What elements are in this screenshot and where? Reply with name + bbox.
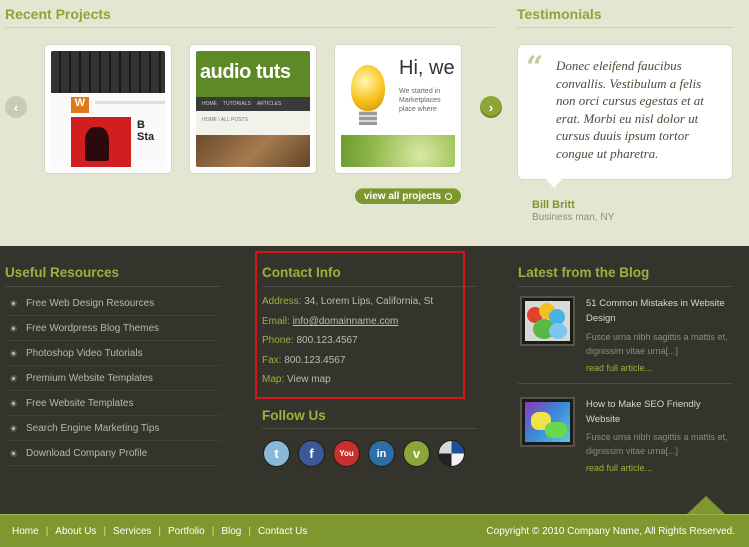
read-more-link[interactable]: read full article... — [586, 363, 652, 373]
resource-link[interactable]: Premium Website Templates — [10, 366, 220, 391]
project-thumb-2[interactable]: audio tuts HOME TUTORIALS ARTICLES HOME … — [189, 44, 317, 174]
logo-mark-graphic: W — [71, 97, 89, 113]
resource-link[interactable]: Free Web Design Resources — [10, 291, 220, 316]
resource-link[interactable]: Download Company Profile — [10, 441, 220, 466]
keyboard-graphic — [51, 51, 165, 93]
project-thumb-2-image: audio tuts HOME TUTORIALS ARTICLES HOME … — [196, 51, 310, 167]
follow-us-title: Follow Us — [262, 408, 326, 423]
view-all-projects-button[interactable]: view all projects — [355, 188, 461, 204]
divider — [5, 27, 495, 28]
useful-resources-title: Useful Resources — [5, 265, 120, 280]
divider — [518, 383, 733, 384]
bottom-bar: Home | About Us | Services | Portfolio |… — [0, 514, 749, 547]
testimonial-author: Bill Britt — [532, 199, 575, 211]
youtube-icon[interactable]: You — [333, 440, 360, 467]
testimonial-role: Business man, NY — [532, 212, 615, 223]
top-section: Recent Projects ‹ W B Sta audio tuts HOME… — [0, 0, 749, 246]
resource-link[interactable]: Search Engine Marketing Tips — [10, 416, 220, 441]
recent-projects-title: Recent Projects — [5, 6, 111, 22]
linkedin-icon[interactable]: in — [368, 440, 395, 467]
blog-post-excerpt: Fusce urna nibh sagittis a mattis et, di… — [586, 332, 728, 356]
divider — [5, 286, 220, 287]
project-thumb-3[interactable]: Hi, we We started in Marketplaces place … — [334, 44, 462, 174]
project-thumb-1-image: W B Sta — [51, 51, 165, 167]
blog-post-excerpt: Fusce urna nibh sagittis a mattis et, di… — [586, 432, 728, 456]
bullet-icon — [10, 299, 17, 307]
highlight-box — [255, 251, 465, 399]
prev-arrow-button[interactable]: ‹ — [5, 96, 27, 118]
testimonial-quote: Donec eleifend faucibus convallis. Vesti… — [556, 58, 704, 161]
wood-graphic — [196, 135, 310, 167]
quote-icon: “ — [526, 50, 544, 85]
blog-post-title[interactable]: How to Make SEO Friendly Website — [586, 397, 736, 427]
read-more-link[interactable]: read full article... — [586, 463, 652, 473]
bullet-icon — [10, 349, 17, 357]
bullet-icon — [10, 324, 17, 332]
copyright: Copyright © 2010 Company Name, All Right… — [486, 526, 735, 537]
divider — [517, 27, 733, 28]
divider — [518, 286, 733, 287]
resource-link[interactable]: Free Website Templates — [10, 391, 220, 416]
nav-about-us[interactable]: About Us — [55, 526, 96, 537]
nav-portfolio[interactable]: Portfolio — [168, 526, 205, 537]
blog-post-thumb[interactable] — [520, 296, 575, 346]
project-thumb-1[interactable]: W B Sta — [44, 44, 172, 174]
bullet-icon — [10, 374, 17, 382]
nav-home[interactable]: Home — [12, 526, 39, 537]
nav-services[interactable]: Services — [113, 526, 151, 537]
brand-text: audio tuts — [200, 61, 291, 83]
footer-nav: Home | About Us | Services | Portfolio |… — [12, 526, 308, 537]
bullet-icon — [10, 424, 17, 432]
divider — [262, 428, 477, 429]
bullet-icon — [10, 399, 17, 407]
delicious-icon[interactable] — [438, 440, 465, 467]
nav-blog[interactable]: Blog — [221, 526, 241, 537]
twitter-icon[interactable]: t — [263, 440, 290, 467]
latest-blog-title: Latest from the Blog — [518, 265, 650, 280]
resource-link[interactable]: Free Wordpress Blog Themes — [10, 316, 220, 341]
red-banner-graphic — [71, 117, 131, 167]
vimeo-icon[interactable]: v — [403, 440, 430, 467]
back-to-top-icon[interactable] — [687, 496, 725, 514]
project-thumb-3-image: Hi, we We started in Marketplaces place … — [341, 51, 455, 167]
resource-link[interactable]: Photoshop Video Tutorials — [10, 341, 220, 366]
blog-post-title[interactable]: 51 Common Mistakes in Website Design — [586, 296, 736, 326]
bubble-tail — [545, 178, 563, 188]
facebook-icon[interactable]: f — [298, 440, 325, 467]
next-arrow-button[interactable]: › — [480, 96, 502, 118]
circle-icon — [445, 192, 453, 200]
testimonials-title: Testimonials — [517, 6, 602, 22]
blog-post-thumb[interactable] — [520, 397, 575, 447]
bullet-icon — [10, 449, 17, 457]
testimonial-bubble: “ Donec eleifend faucibus convallis. Ves… — [517, 44, 733, 180]
lightbulb-icon — [351, 65, 385, 111]
nav-contact-us[interactable]: Contact Us — [258, 526, 307, 537]
